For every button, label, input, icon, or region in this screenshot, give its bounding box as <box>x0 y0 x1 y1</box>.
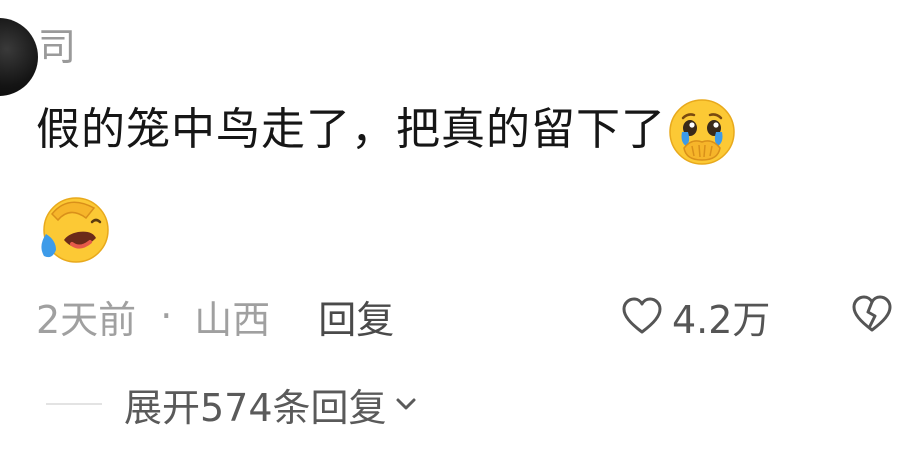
timestamp: 2天前 <box>36 297 137 342</box>
like-count: 4.2万 <box>672 297 771 342</box>
expand-replies-label: 展开574条回复 <box>124 385 387 430</box>
comment-card: 司 假的笼中鸟走了，把真的留下了 2天前 · 山西 回复 4.2万 展开574条… <box>0 0 919 456</box>
broken-heart-icon[interactable] <box>850 292 894 336</box>
avatar[interactable] <box>0 18 38 96</box>
location: 山西 <box>194 297 271 342</box>
like-button[interactable]: 4.2万 <box>620 290 770 342</box>
username[interactable]: 司 <box>38 22 76 72</box>
laughing-crying-emoji <box>41 197 109 263</box>
meta-separator: · <box>160 294 173 338</box>
comment-body: 假的笼中鸟走了，把真的留下了 <box>36 96 896 168</box>
comment-text: 假的笼中鸟走了，把真的留下了 <box>36 104 666 155</box>
chevron-down-icon <box>396 398 416 410</box>
expand-replies-button[interactable]: 展开574条回复 <box>124 378 419 430</box>
heart-icon <box>622 297 662 334</box>
reply-button[interactable]: 回复 <box>318 289 394 344</box>
pleading-face-emoji <box>669 99 735 165</box>
comment-meta: 2天前 · 山西 回复 <box>36 290 394 342</box>
expand-divider <box>46 403 102 405</box>
